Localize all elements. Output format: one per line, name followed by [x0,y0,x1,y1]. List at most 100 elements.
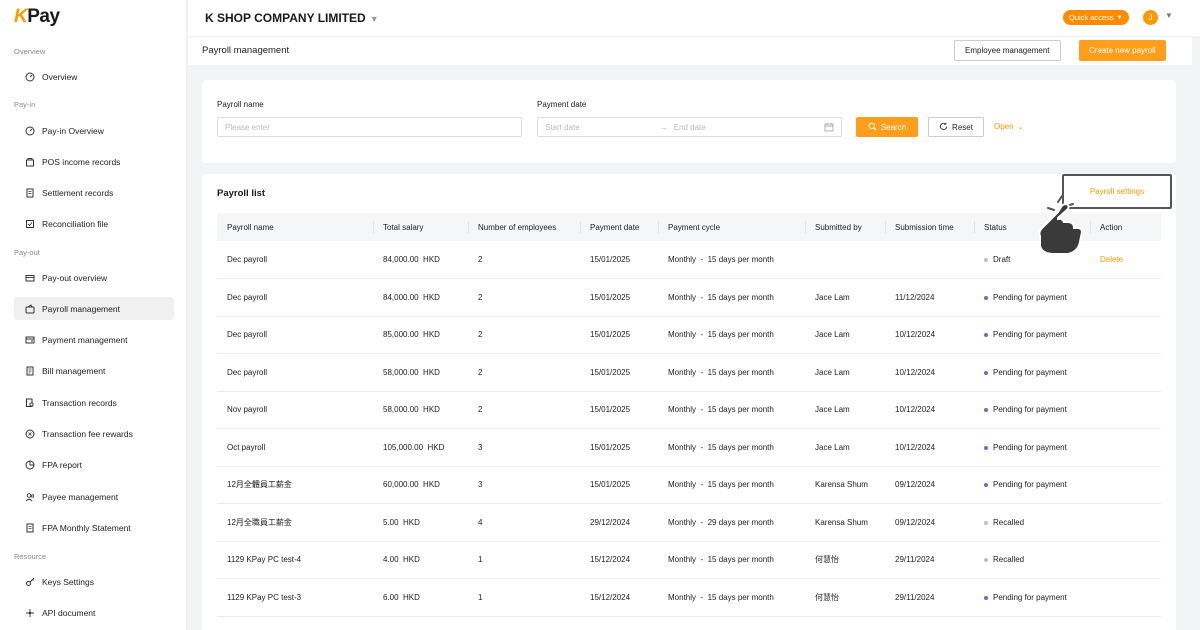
chevron-down-icon[interactable]: ▼ [1165,11,1173,20]
status-badge: Pending for payment [993,480,1067,490]
quick-access-button[interactable]: Quick access ▼ [1063,10,1129,25]
sidebar-item-label: Overview [42,71,78,82]
table-row[interactable]: Dec payroll 58,000.00 HKD 2 15/01/2025 Month… [217,354,1161,392]
table-row[interactable]: Dec payroll 85,000.00 HKD 2 15/01/2025 Month… [217,316,1161,354]
sidebar-item-pay-out-overview[interactable]: Pay-out overview [14,266,174,289]
sidebar-item-fpa-report[interactable]: FPA report [14,453,174,476]
payment-date-range-input[interactable]: Start date → End date [537,117,842,137]
status-badge: Recalled [993,517,1025,527]
search-doc-icon [24,397,35,408]
status-dot [984,595,988,600]
column-header: Action [1090,213,1161,241]
submitted-by-cell: Jace Lam [815,442,850,452]
sidebar-item-payroll-management[interactable]: Payroll management [14,297,174,320]
create-payroll-button[interactable]: Create new payroll [1079,40,1166,61]
sidebar-item-reconciliation-file[interactable]: Reconciliation file [14,212,174,235]
sidebar-item-pay-in-overview[interactable]: Pay-in Overview [14,119,174,142]
sidebar-item-fpa-monthly-statement[interactable]: FPA Monthly Statement [14,516,174,539]
api-icon [24,607,35,618]
status-badge: Pending for payment [993,367,1067,377]
payroll-settings-link[interactable]: Payroll settings [1090,187,1144,196]
status-dot [984,558,988,563]
table-row[interactable]: Oct payroll 105,000.00 HKD 3 15/01/2025 Mont… [217,429,1161,466]
sidebar-item-label: Pay-out overview [42,272,108,283]
table-row[interactable]: Nov payroll 58,000.00 HKD 2 15/01/2025 Month… [217,391,1161,429]
total-salary-cell: 58,000.00 HKD [383,405,440,415]
status-dot [984,333,988,338]
total-salary-cell: 6.00 HKD [383,592,420,602]
status-cell: Pending for payment [974,391,1090,429]
action-cell [1090,316,1161,354]
table-row[interactable]: 12月全體員工薪金 60,000.00 HKD 3 15/01/2025 Monthly… [217,466,1161,504]
status-badge: Pending for payment [993,592,1067,602]
section-title-overview: Overview [14,47,46,56]
status-cell: Pending for payment [974,466,1090,504]
table-row[interactable]: 12月全職員工薪金 5.00 HKD 4 29/12/2024 Monthly - 29… [217,504,1161,541]
shop-icon [24,156,35,167]
payroll-name-input[interactable]: Please enter [217,117,522,137]
column-header: Number of employees [468,213,580,241]
sidebar-item-payee-management[interactable]: Payee management [14,485,174,508]
delete-link[interactable]: Delete [1100,255,1123,264]
employee-management-button[interactable]: Employee management [954,40,1061,61]
hand-pointer-icon [1018,188,1098,258]
payment-cycle-cell: Monthly - 15 days per month [668,367,774,377]
refresh-icon [939,122,948,133]
status-badge: Draft [993,255,1011,264]
action-cell [1090,579,1161,617]
company-selector[interactable]: K SHOP COMPANY LIMITED ▼ [205,11,379,25]
payment-date-cell: 15/01/2025 [590,480,631,490]
payment-date-cell: 15/01/2025 [590,292,631,302]
sidebar-item-api-document[interactable]: API document [14,601,174,624]
payment-cycle-cell: Monthly - 15 days per month [668,330,774,340]
sidebar-item-label: Payment management [42,334,128,345]
total-salary-cell: 60,000.00 HKD [383,480,440,490]
search-button[interactable]: Search [856,117,918,137]
sidebar-item-pos-income-records[interactable]: POS income records [14,150,174,173]
total-salary-cell: 58,000.00 HKD [383,367,440,377]
dashboard-icon [24,125,35,136]
open-filters-link[interactable]: Open ⌄ [994,122,1023,131]
sidebar-item-transaction-fee-rewards[interactable]: Transaction fee rewards [14,422,174,445]
sidebar-item-settlement-records[interactable]: Settlement records [14,181,174,204]
payroll-name-cell: Dec payroll [227,330,268,340]
sidebar-item-keys-settings[interactable]: Keys Settings [14,570,174,593]
payroll-name-cell: 12月全體員工薪金 [227,480,292,490]
status-dot [984,257,988,262]
sidebar-item-overview[interactable]: Overview [14,65,174,88]
payment-date-cell: 15/12/2024 [590,555,631,565]
users-icon [24,491,35,502]
employee-count-cell: 3 [478,480,483,490]
status-cell: Pending for payment [974,354,1090,392]
payroll-name-label: Payroll name [217,100,264,109]
file-check-icon [24,218,35,229]
sidebar-item-payment-management[interactable]: Payment management [14,328,174,351]
page-title: Payroll management [202,45,290,56]
kpay-logo[interactable]: KPay [14,6,60,28]
sidebar-item-label: API document [42,607,96,618]
employee-count-cell: 3 [478,442,483,452]
status-dot [984,295,988,300]
sidebar-item-label: POS income records [42,156,121,167]
chevron-down-icon: ⌄ [1017,124,1024,131]
table-row[interactable]: Dec payroll 84,000.00 HKD 2 15/01/2025 Month… [217,279,1161,316]
sidebar-item-label: Keys Settings [42,576,94,587]
payroll-name-cell: Dec payroll [227,255,268,264]
reset-button[interactable]: Reset [928,117,984,137]
payment-cycle-cell: Monthly - 15 days per month [668,592,774,602]
section-title-pay-in: Pay-in [14,100,36,109]
submission-time-cell: 10/12/2024 [895,330,936,340]
sidebar-item-bill-management[interactable]: Bill management [14,359,174,382]
search-icon [868,122,877,133]
submitted-by-cell: Karensa Shum [815,517,868,527]
status-badge: Pending for payment [993,292,1067,302]
status-dot [984,520,988,525]
sidebar-item-label: Settlement records [42,187,114,198]
table-row[interactable]: 1129 KPay PC test-4 4.00 HKD 1 15/12/2024 Mo… [217,541,1161,579]
payroll-name-cell: Dec payroll [227,367,268,377]
sidebar-item-transaction-records[interactable]: Transaction records [14,391,174,414]
payroll-name-cell: 12月全職員工薪金 [227,517,292,527]
table-row[interactable]: 1129 KPay PC test-3 6.00 HKD 1 15/12/2024 Mo… [217,579,1161,617]
avatar[interactable]: J [1143,10,1158,25]
column-header: Submission time [885,213,974,241]
